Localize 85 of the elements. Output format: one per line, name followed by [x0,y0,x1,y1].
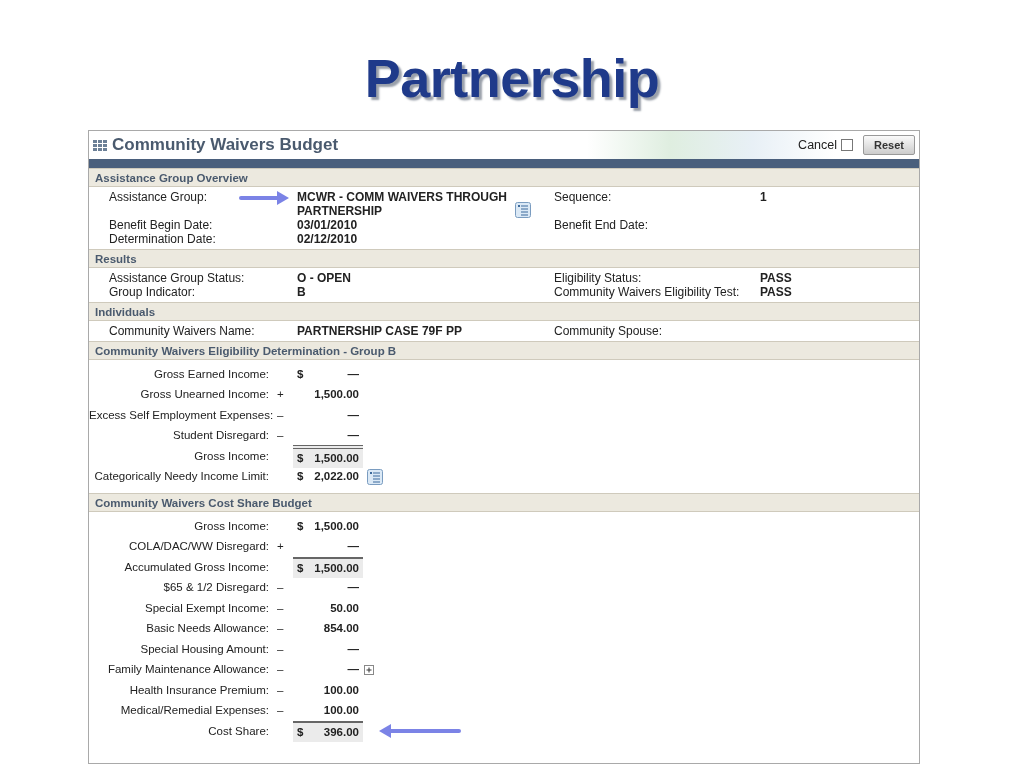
field-label: Special Exempt Income: [145,601,269,614]
currency-sign: $ [297,518,304,534]
field-label: Gross Income: [194,519,269,532]
field-label: Gross Earned Income: [153,367,269,380]
field-value: PASS [760,271,792,285]
field-label: Community Waivers Eligibility Test: [554,285,740,299]
slide-title: Partnership [363,47,661,110]
field-value: B [297,285,306,299]
currency-sign: $ [297,560,304,576]
field-value: 1 [760,190,767,204]
field-label: Accumulated Gross Income: [124,560,269,573]
amount-value: — [347,428,359,444]
field-label: Special Housing Amount: [140,642,269,655]
amount-value: 50.00 [330,600,359,616]
amount-value: 1,500.00 [314,387,359,403]
sign: – [277,663,284,676]
sign: – [277,622,284,635]
amount-value: 100.00 [323,703,359,719]
expand-icon[interactable] [364,664,374,675]
list-icon[interactable] [367,468,383,485]
field-value: PASS [760,285,792,299]
sign: – [277,408,284,421]
amount-value: 1,500.00 [314,450,359,466]
panel-title: Community Waivers Budget [112,134,339,157]
field-label: Community Waivers Name: [109,324,255,338]
section-header: Community Waivers Cost Share Budget [89,493,919,512]
sign: – [277,581,284,594]
reset-button[interactable]: Reset [863,134,915,156]
list-icon[interactable] [515,202,531,218]
currency-sign: $ [297,724,304,740]
field-label: Basic Needs Allowance: [146,622,269,635]
amount-value: — [347,641,359,657]
field-label: Medical/Remedial Expenses: [120,704,269,717]
sign: – [277,429,284,442]
field-label: Assistance Group: [109,190,208,204]
amount-value: 396.00 [323,724,359,740]
field-label: Group Indicator: [109,285,196,299]
currency-sign: $ [297,469,304,485]
field-label: Excess Self Employment Expenses: [89,408,274,421]
section-header: Individuals [89,302,919,321]
section-header: Results [89,249,919,268]
amount-value: — [347,539,359,555]
sign: – [277,683,284,696]
field-label: Determination Date: [109,232,216,246]
sign: – [277,704,284,717]
field-value: 02/12/2010 [297,232,358,246]
amount-value: 1,500.00 [314,560,359,576]
sign: + [277,540,284,553]
field-value: 03/01/2010 [297,218,358,232]
field-label: Assistance Group Status: [109,271,245,285]
field-value: O - OPEN [297,271,351,285]
amount-value: — [347,407,359,423]
field-label: Family Maintenance Allowance: [107,663,269,676]
field-label: Student Disregard: [173,429,269,442]
field-label: Cost Share: [208,724,269,737]
sign: – [277,642,284,655]
amount-value: — [347,662,359,678]
field-label: Gross Unearned Income: [140,388,269,401]
sign: + [277,388,284,401]
amount-value: 2,022.00 [314,469,359,485]
field-label: Gross Income: [194,449,269,462]
cancel-label: Cancel [798,136,838,154]
field-label: $65 & 1/2 Disregard: [163,581,269,594]
field-label: Health Insurance Premium: [129,683,269,696]
field-label: Community Spouse: [554,324,663,338]
amount-value: 854.00 [323,621,359,637]
sign: – [277,601,284,614]
field-label: Categorically Needy Income Limit: [94,470,269,483]
amount-value: — [347,580,359,596]
field-label: Benefit Begin Date: [109,218,213,232]
field-value: PARTNERSHIP CASE 79F PP [297,324,462,338]
grid-icon [93,138,107,152]
cancel-checkbox[interactable] [841,139,854,151]
field-label: Benefit End Date: [554,218,649,232]
field-label: Eligibility Status: [554,271,642,285]
section-header: Community Waivers Eligibility Determination - Group B [89,341,919,360]
amount-value: — [347,366,359,382]
field-value: MCWR - COMM WAIVERS THROUGH PARTNERSHIP [297,190,508,218]
field-label: Sequence: [554,190,612,204]
section-header: Assistance Group Overview [89,168,919,187]
amount-value: 1,500.00 [314,518,359,534]
currency-sign: $ [297,366,304,382]
field-label: COLA/DAC/WW Disregard: [129,540,269,553]
amount-value: 100.00 [323,682,359,698]
currency-sign: $ [297,450,304,466]
